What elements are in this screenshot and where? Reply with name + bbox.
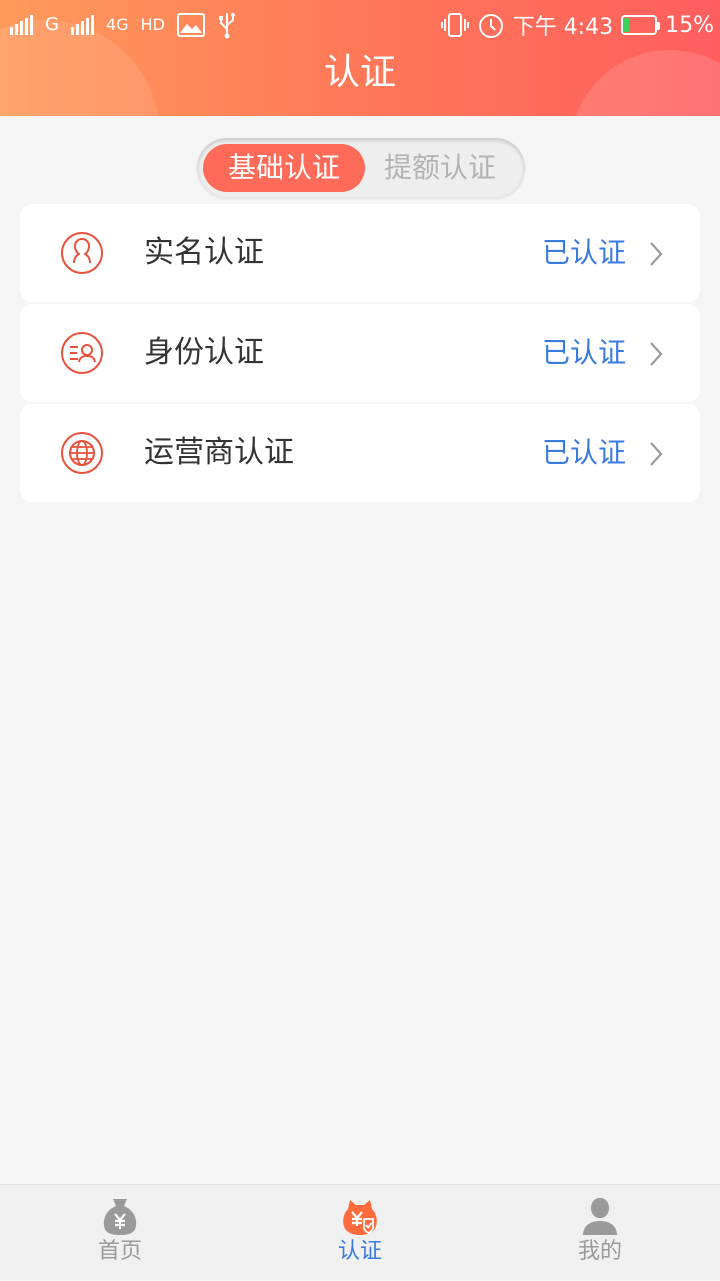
tab-verification[interactable]: 认证 [240, 1185, 480, 1281]
status-badge: 已认证 [541, 236, 626, 269]
status-badge: 已认证 [541, 336, 626, 369]
page-title: 认证 [323, 52, 396, 93]
vibrate-icon [440, 13, 469, 37]
status-bar: G 4G HD 下午 4:43 15% [0, 0, 720, 50]
status-bar-right: 下午 4:43 15% [440, 6, 714, 44]
money-bag-icon [103, 1199, 137, 1235]
network-type-label: 4G [105, 15, 129, 34]
chevron-right-icon [650, 242, 663, 266]
id-card-icon [61, 332, 103, 374]
user-profile-icon [61, 232, 103, 274]
verify-money-icon [343, 1200, 377, 1235]
tab-basic-verification[interactable]: 基础认证 [203, 144, 365, 192]
list-item-real-name[interactable]: 实名认证 已认证 [20, 204, 700, 302]
status-bar-left: G 4G HD [10, 6, 237, 44]
tab-label: 我的 [577, 1239, 622, 1264]
tab-label: 认证 [337, 1239, 382, 1264]
globe-operator-icon [61, 432, 103, 474]
carrier-label: G [45, 14, 59, 35]
app-header: G 4G HD 下午 4:43 15% 认证 [0, 0, 720, 116]
battery-icon [621, 15, 661, 35]
chevron-right-icon [650, 342, 663, 366]
hd-label: HD [140, 15, 165, 34]
tab-credit-increase-verification[interactable]: 提额认证 [359, 144, 521, 192]
tab-home[interactable]: 首页 [0, 1185, 240, 1281]
tab-label: 首页 [97, 1239, 142, 1264]
list-item-label: 实名认证 [144, 235, 264, 270]
status-badge: 已认证 [541, 436, 626, 469]
battery-percent: 15% [665, 12, 714, 38]
chevron-right-icon [650, 442, 663, 466]
usb-icon [218, 13, 235, 39]
alarm-icon [478, 14, 503, 38]
tab-mine[interactable]: 我的 [480, 1185, 720, 1281]
signal-strength-icon [70, 15, 94, 35]
list-item-identity[interactable]: 身份认证 已认证 [20, 304, 700, 402]
list-item-label: 身份认证 [144, 335, 264, 370]
verification-type-switch: 基础认证 提额认证 [197, 138, 525, 198]
clock-time: 下午 4:43 [512, 15, 614, 40]
list-item-label: 运营商认证 [144, 435, 294, 470]
person-icon [583, 1198, 617, 1235]
signal-strength-icon [10, 15, 33, 35]
image-icon [176, 13, 205, 37]
verification-list: 实名认证 已认证 身份认证 已认证 运营商认证 已认证 [20, 204, 700, 504]
bottom-tab-bar: 首页 认证 我的 [0, 1184, 720, 1280]
list-item-operator[interactable]: 运营商认证 已认证 [20, 404, 700, 502]
